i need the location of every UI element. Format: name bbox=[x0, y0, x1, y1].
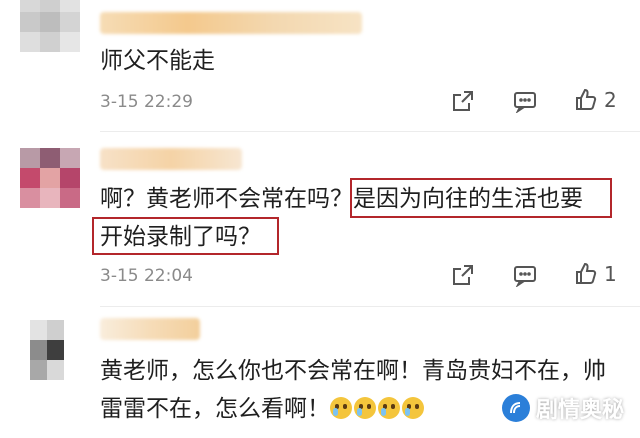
share-icon bbox=[453, 91, 473, 111]
reply-button[interactable] bbox=[513, 91, 537, 113]
like-button[interactable]: 2 bbox=[574, 88, 617, 112]
crying-face-emoji bbox=[354, 397, 376, 419]
comment-icon bbox=[514, 266, 536, 287]
avatar[interactable] bbox=[30, 320, 64, 380]
crying-face-emoji bbox=[402, 397, 424, 419]
comment-text: 师父不能走 bbox=[100, 48, 215, 74]
comment-time: 3-15 22:04 bbox=[100, 266, 193, 286]
thumbs-up-icon bbox=[576, 88, 597, 110]
like-count: 2 bbox=[604, 88, 617, 112]
username-blurred[interactable] bbox=[100, 148, 242, 170]
highlight-box-1 bbox=[350, 178, 612, 218]
like-button[interactable]: 1 bbox=[574, 262, 617, 286]
watermark-logo-icon bbox=[501, 394, 530, 422]
comment-text-line-2: 雷雷不在，怎么看啊！ bbox=[100, 390, 426, 428]
comment-list: 师父不能走 3-15 22:29 2 啊？黄老师不会常在吗？是因为向往的生活也要… bbox=[0, 0, 640, 438]
like-count: 1 bbox=[604, 262, 617, 286]
share-button[interactable] bbox=[452, 90, 474, 112]
crying-face-emoji bbox=[330, 397, 352, 419]
share-icon bbox=[453, 265, 473, 285]
reply-button[interactable] bbox=[513, 265, 537, 287]
divider bbox=[100, 131, 640, 132]
username-blurred[interactable] bbox=[100, 318, 200, 340]
avatar[interactable] bbox=[20, 0, 80, 52]
comment-item-1: 师父不能走 3-15 22:29 2 bbox=[0, 0, 640, 128]
comment-icon bbox=[514, 92, 536, 113]
watermark-text: 剧情奥秘 bbox=[535, 398, 624, 423]
watermark: 剧情奥秘 bbox=[501, 392, 624, 424]
comment-text-segment: 雷雷不在，怎么看啊！ bbox=[100, 396, 330, 422]
comment-text-line-1: 黄老师，怎么你也不会常在啊！青岛贵妇不在，帅 bbox=[100, 358, 606, 384]
highlight-box-2 bbox=[92, 217, 279, 255]
avatar[interactable] bbox=[20, 148, 80, 208]
share-button[interactable] bbox=[452, 264, 474, 286]
comment-time: 3-15 22:29 bbox=[100, 92, 193, 112]
comment-text-segment: 啊？黄老师不会常在吗？ bbox=[100, 186, 353, 212]
thumbs-up-icon bbox=[576, 262, 597, 284]
divider bbox=[100, 306, 640, 307]
username-blurred[interactable] bbox=[100, 12, 362, 34]
crying-face-emoji bbox=[378, 397, 400, 419]
comment-item-2: 啊？黄老师不会常在吗？是因为向往的生活也要 开始录制了吗？ 3-15 22:04… bbox=[0, 136, 640, 306]
